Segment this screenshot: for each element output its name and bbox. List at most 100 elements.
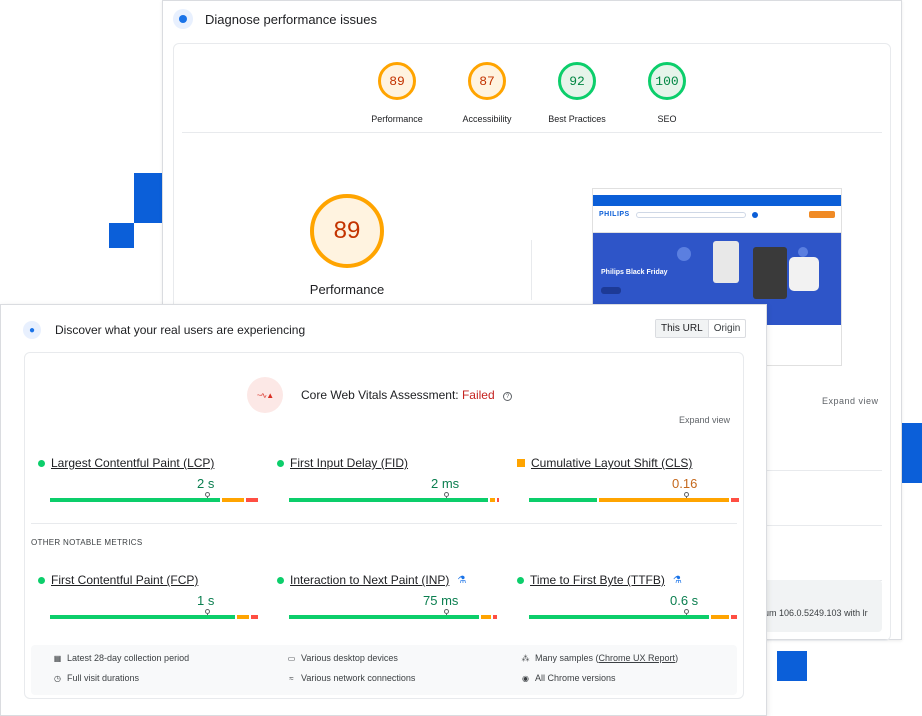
gauge-label: Best Practices (548, 114, 606, 124)
url-origin-toggle: This URL Origin (655, 319, 747, 338)
expand-view-link[interactable]: Expand view (822, 396, 879, 406)
distribution-bar (529, 498, 739, 502)
metric-name[interactable]: Cumulative Layout Shift (CLS) (531, 456, 692, 470)
metric-value: 0.16 (672, 476, 698, 491)
divider (31, 523, 737, 524)
distribution-bar (289, 498, 499, 502)
metric-name[interactable]: Interaction to Next Paint (INP) (290, 573, 449, 587)
balloon-image (798, 247, 808, 257)
distribution-bar (529, 615, 739, 619)
distribution-marker (205, 609, 210, 619)
good-indicator-icon (277, 576, 284, 584)
cwv-assessment: Core Web Vitals Assessment: Failed ? (301, 388, 512, 402)
gauge-performance[interactable]: 89 Performance (369, 62, 425, 124)
distribution-marker (444, 492, 449, 502)
info-text: Many samples ( (535, 653, 599, 663)
gauge-score: 100 (648, 62, 686, 100)
screenshot-search (635, 211, 746, 218)
cwv-assessment-status: Failed (461, 388, 495, 402)
good-indicator-icon (38, 459, 45, 467)
metric-value: 75 ms (423, 593, 459, 608)
gauge-label: Performance (371, 114, 423, 124)
screenshot-bluebar (593, 195, 841, 206)
expand-view-link[interactable]: Expand view (679, 415, 730, 425)
info-collection-period: ▦ Latest 28-day collection period (53, 653, 189, 663)
metric-name[interactable]: Largest Contentful Paint (LCP) (51, 456, 214, 470)
calendar-icon: ▦ (53, 653, 62, 663)
diagnose-header: Diagnose performance issues (173, 9, 377, 29)
gauge-accessibility[interactable]: 87 Accessibility (459, 62, 515, 124)
good-indicator-icon (517, 576, 524, 584)
good-indicator-icon (277, 459, 284, 467)
gauge-label: SEO (657, 114, 677, 124)
gauge-label: Accessibility (462, 114, 512, 124)
product-image (713, 241, 739, 283)
decor-square-small (109, 223, 134, 248)
field-data-panel: ● Discover what your real users are expe… (0, 304, 767, 716)
metric-name[interactable]: First Input Delay (FID) (290, 456, 408, 470)
runtime-info-text: um 106.0.5249.103 with lr (764, 608, 868, 618)
metric-ttfb: Time to First Byte (TTFB) ⚗ 0.6 s (517, 573, 739, 619)
gauge-score: 92 (558, 62, 596, 100)
this-url-tab[interactable]: This URL (656, 320, 709, 337)
field-data-header: ● Discover what your real users are expe… (23, 321, 305, 339)
metric-inp: Interaction to Next Paint (INP) ⚗ 75 ms (277, 573, 499, 619)
philips-logo: PHILIPS (599, 211, 630, 218)
field-data-title: Discover what your real users are experi… (55, 323, 306, 337)
audit-row (762, 416, 882, 471)
chrome-ux-report-link[interactable]: Chrome UX Report (599, 653, 676, 663)
info-visit-durations: ◷ Full visit durations (53, 673, 139, 683)
cwv-assessment-label: Core Web Vitals Assessment: (301, 388, 459, 402)
devices-icon: ▭ (287, 653, 296, 663)
good-indicator-icon (38, 576, 45, 584)
info-network: ≈ Various network connections (287, 673, 415, 683)
gauge-best-practices[interactable]: 92 Best Practices (548, 62, 606, 124)
distribution-bar (289, 615, 499, 619)
gauge-score: 89 (378, 62, 416, 100)
field-data-card: ~∿▲ Core Web Vitals Assessment: Failed ?… (24, 352, 744, 699)
audit-row (762, 526, 882, 581)
metric-value: 2 s (197, 476, 215, 491)
screenshot-search-button (751, 211, 758, 218)
info-text: Various desktop devices (301, 653, 398, 663)
cwv-failed-icon: ~∿▲ (247, 377, 283, 413)
gauge-score: 87 (468, 62, 506, 100)
users-icon: ● (23, 321, 41, 339)
audit-rows (762, 416, 882, 581)
info-text: Full visit durations (67, 673, 140, 683)
metric-name[interactable]: First Contentful Paint (FCP) (51, 573, 198, 587)
distribution-marker (444, 609, 449, 619)
lighthouse-icon (173, 9, 193, 29)
metric-value: 1 s (197, 593, 215, 608)
info-devices: ▭ Various desktop devices (287, 653, 398, 663)
audit-row (762, 471, 882, 526)
distribution-bar (50, 615, 260, 619)
hero-title: Philips Black Friday (601, 269, 668, 276)
help-icon[interactable]: ? (503, 392, 512, 401)
product-image (789, 257, 819, 291)
chrome-icon: ◉ (522, 673, 529, 683)
gauge-seo[interactable]: 100 SEO (639, 62, 695, 124)
info-text: Various network connections (301, 673, 416, 683)
lab-flask-icon: ⚗ (457, 574, 467, 586)
divider (182, 132, 882, 133)
main-performance-gauge: 89 (310, 194, 384, 268)
product-image (753, 247, 787, 299)
metric-fid: First Input Delay (FID) 2 ms (277, 456, 499, 502)
metric-value: 0.6 s (670, 593, 699, 608)
other-metrics-heading: OTHER NOTABLE METRICS (31, 538, 143, 547)
diagnose-title: Diagnose performance issues (205, 11, 377, 27)
info-samples: ⁂ Many samples (Chrome UX Report) (521, 653, 679, 663)
lab-flask-icon: ⚗ (672, 574, 682, 586)
runtime-info: um 106.0.5249.103 with lr (764, 580, 882, 632)
wifi-icon: ≈ (289, 673, 294, 683)
decor-square-bottom (777, 651, 807, 681)
average-indicator-icon (517, 459, 525, 467)
field-data-info: ▦ Latest 28-day collection period ◷ Full v… (31, 645, 737, 695)
screenshot-header: PHILIPS (593, 206, 841, 223)
origin-tab[interactable]: Origin (709, 320, 746, 337)
metric-name[interactable]: Time to First Byte (TTFB) (530, 573, 665, 587)
distribution-marker (684, 609, 689, 619)
info-text: Latest 28-day collection period (67, 653, 190, 663)
info-chrome-versions: ◉ All Chrome versions (521, 673, 616, 683)
